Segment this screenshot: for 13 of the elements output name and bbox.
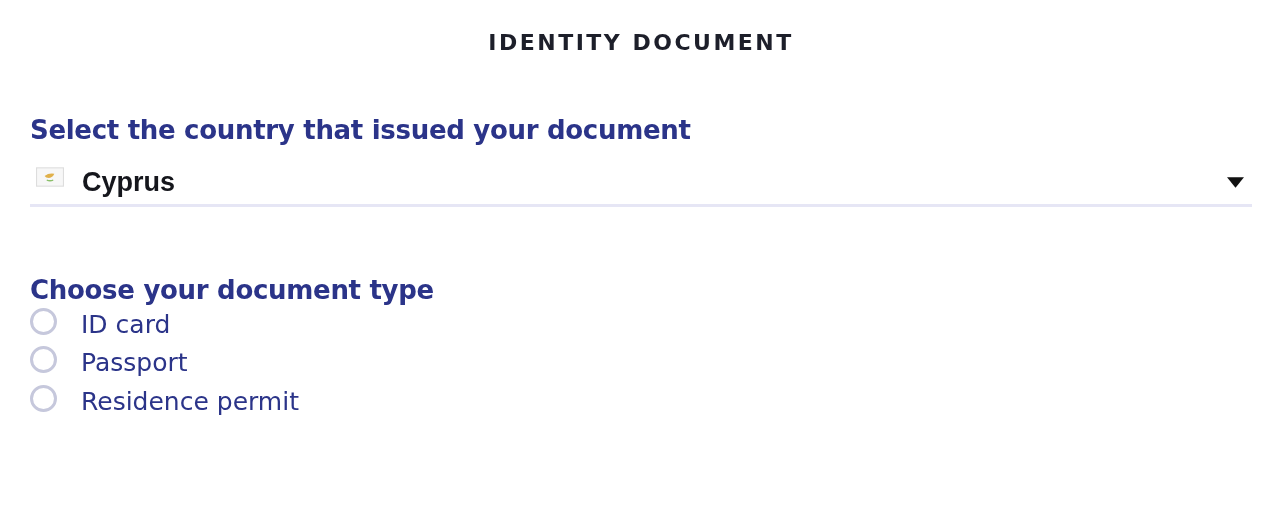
radio-button[interactable] <box>30 384 57 412</box>
country-select[interactable]: Cyprus <box>30 167 1252 207</box>
caret-icon <box>1227 177 1244 188</box>
radio-button[interactable] <box>30 307 57 335</box>
option-label[interactable]: Passport <box>81 348 188 378</box>
select-value: Cyprus <box>82 167 177 198</box>
option-label[interactable]: Residence permit <box>81 386 299 416</box>
field-label: Choose your document type <box>30 275 435 305</box>
field-label: Select the country that issued your document <box>30 115 692 145</box>
page-title: IDENTITY DOCUMENT <box>487 29 795 55</box>
radio-button[interactable] <box>30 346 57 374</box>
flag-icon <box>36 167 64 187</box>
option-label[interactable]: ID card <box>81 309 171 339</box>
